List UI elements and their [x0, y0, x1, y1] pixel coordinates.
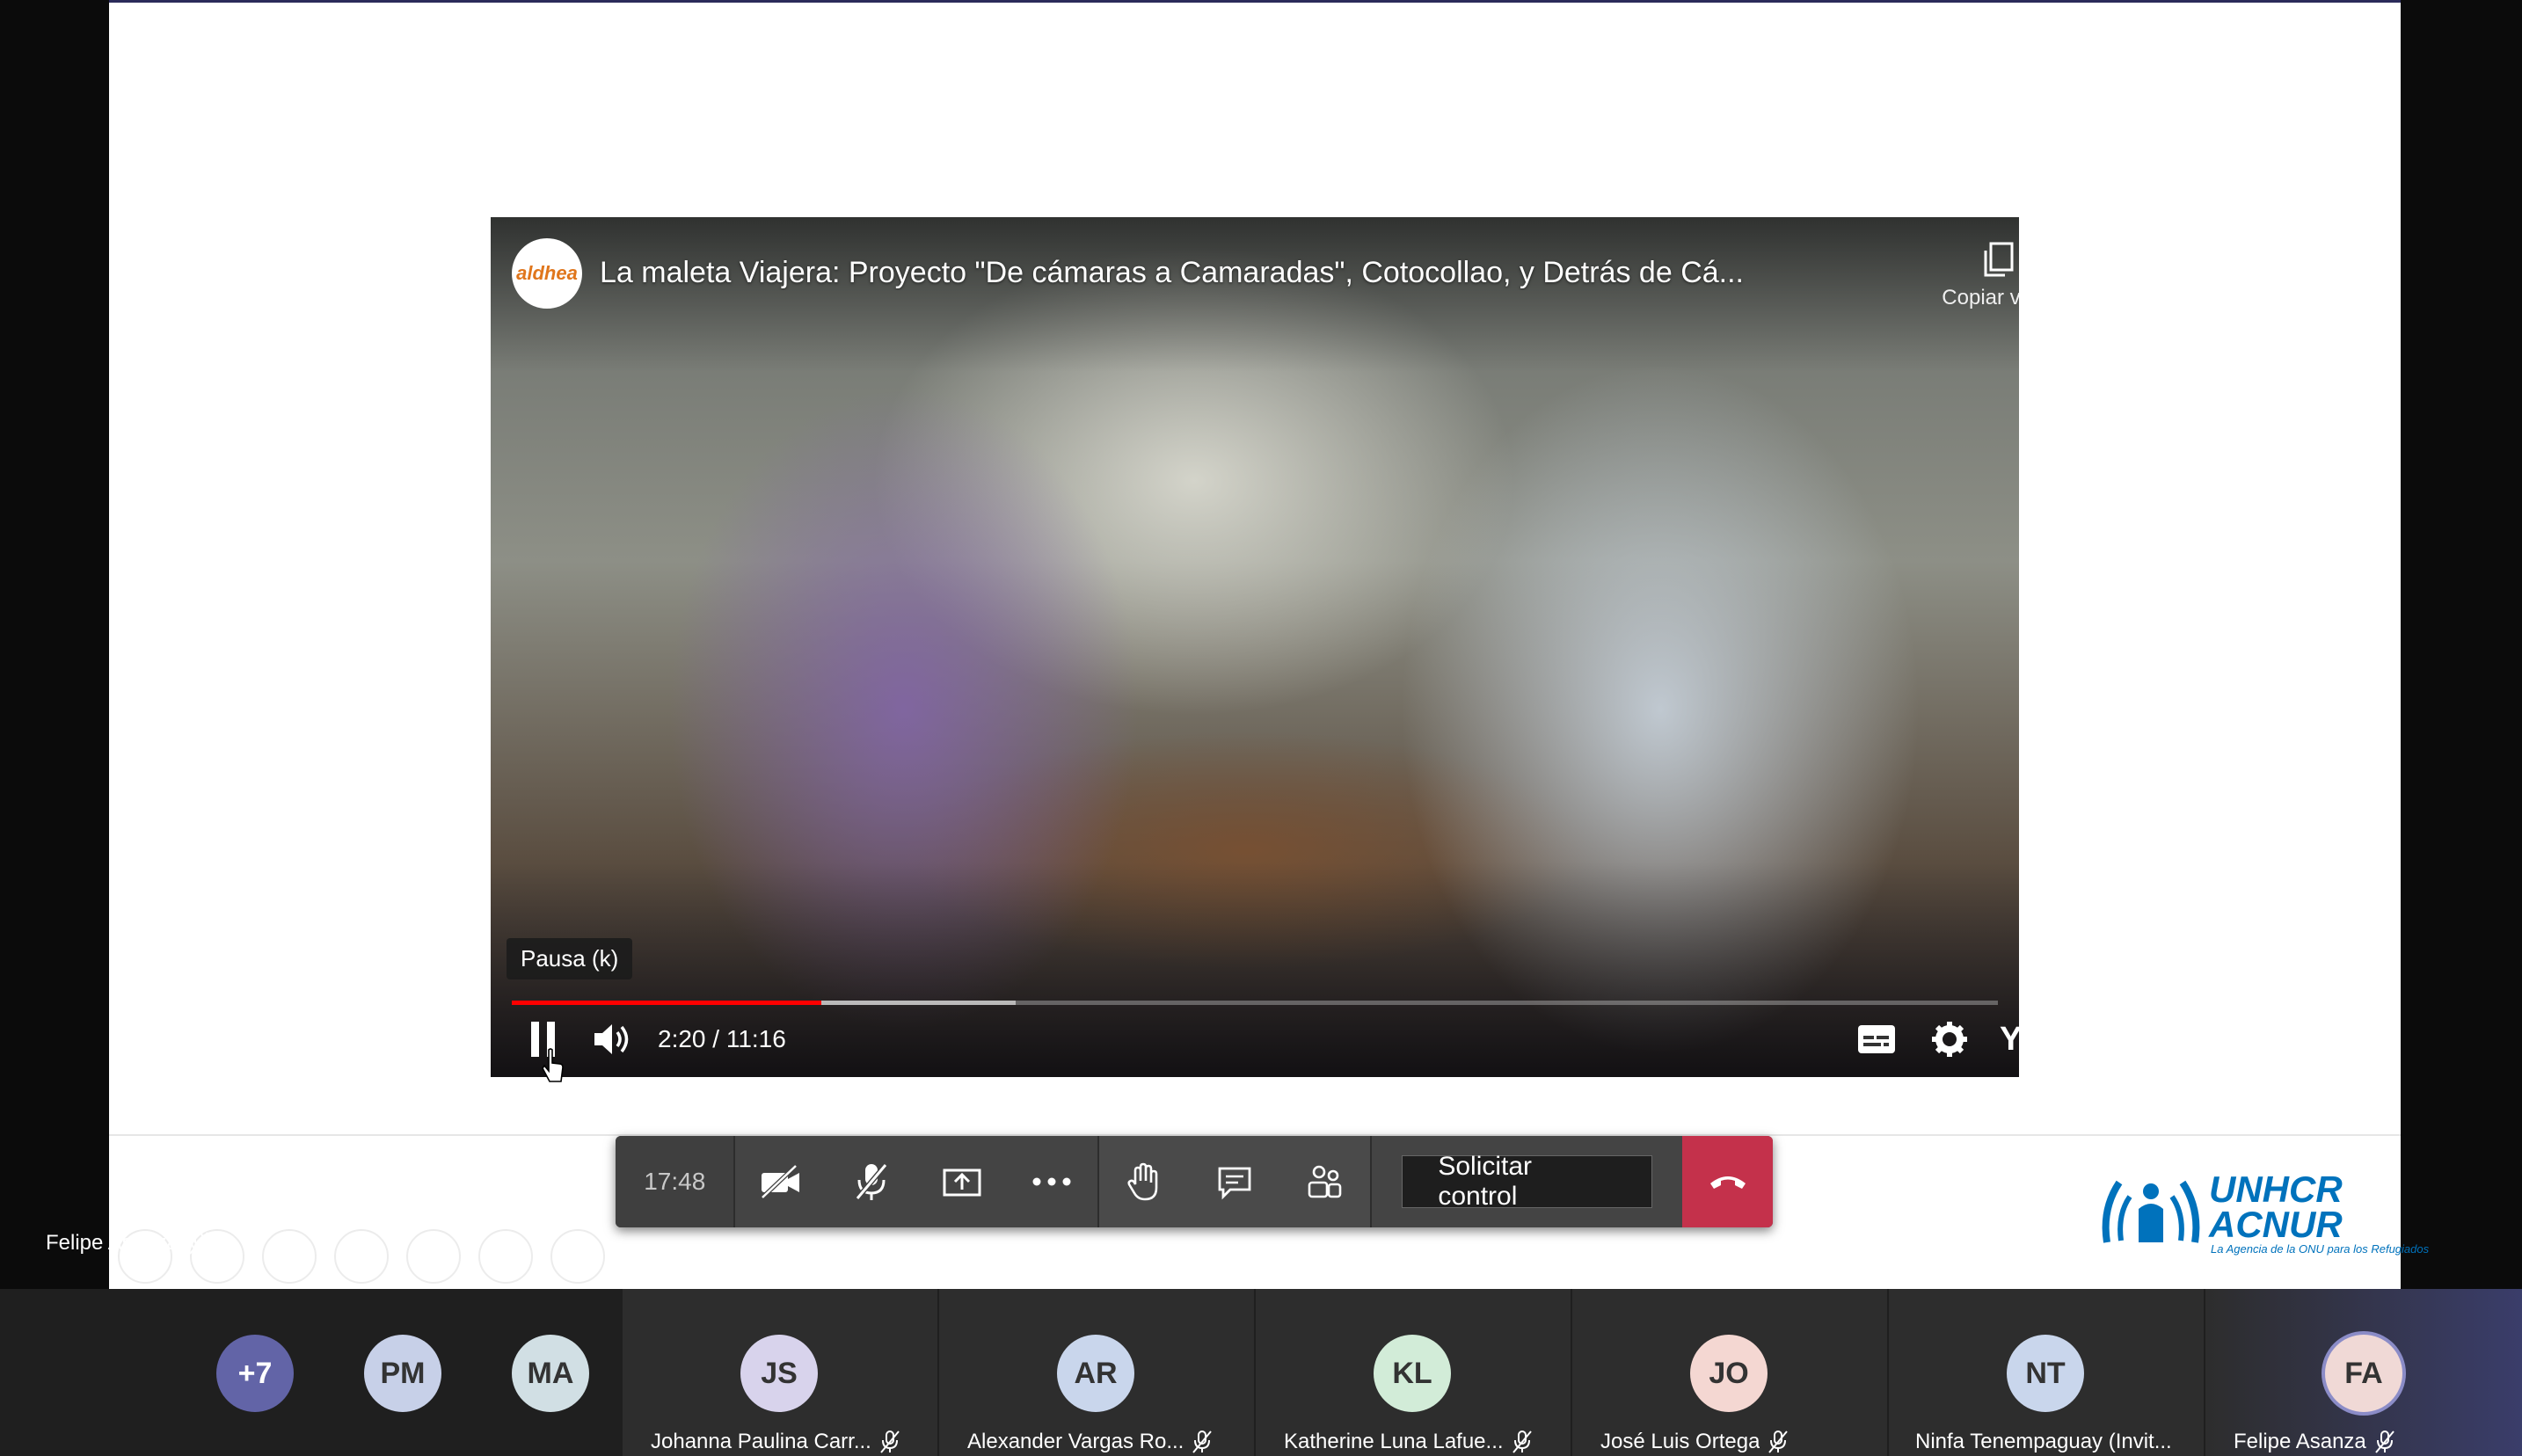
video-title[interactable]: La maleta Viajera: Proyecto "De cámaras …: [600, 256, 1813, 290]
hangup-button[interactable]: [1682, 1136, 1773, 1227]
avatar: KL: [1374, 1335, 1451, 1412]
participants-button[interactable]: [1279, 1136, 1371, 1227]
participant-name: Ninfa Tenempaguay (Invit...: [1915, 1430, 2195, 1454]
pen-tool-icon[interactable]: [262, 1229, 317, 1284]
unhcr-emblem-icon: [2102, 1180, 2200, 1243]
chat-icon: [1218, 1167, 1251, 1200]
more-options-button[interactable]: [1007, 1136, 1097, 1227]
mic-off-icon: [1768, 1431, 1789, 1453]
embedded-youtube-player[interactable]: aldhea La maleta Viajera: Proyecto "De c…: [491, 217, 2019, 1077]
more-options-icon: [1032, 1177, 1071, 1186]
participant-tile[interactable]: JS Johanna Paulina Carr...: [623, 1289, 937, 1456]
mic-off-icon: [880, 1431, 900, 1453]
avatar: AR: [1057, 1335, 1134, 1412]
participant-name: Alexander Vargas Ro...: [967, 1430, 1245, 1454]
slides-tool-icon[interactable]: [334, 1229, 389, 1284]
mic-off-icon: [855, 1163, 888, 1200]
participants-icon: [1308, 1165, 1342, 1198]
chat-button[interactable]: [1189, 1136, 1280, 1227]
participant-tile[interactable]: JO José Luis Ortega: [1572, 1289, 1887, 1456]
share-screen-button[interactable]: [916, 1136, 1007, 1227]
mic-toggle-button[interactable]: [826, 1136, 916, 1227]
channel-avatar[interactable]: aldhea: [512, 238, 582, 309]
zoom-tool-icon[interactable]: [406, 1229, 461, 1284]
camera-off-icon: [761, 1164, 799, 1199]
presenter-label: Felipe Asanza: [46, 1231, 210, 1256]
mic-off-icon: [1192, 1431, 1213, 1453]
played-bar: [512, 1001, 821, 1005]
avatar: PM: [364, 1335, 441, 1412]
participant-strip: +7 PM MA JS Johanna Paulina Carr... AR A…: [0, 1289, 2522, 1456]
camera-toggle-button[interactable]: [735, 1136, 826, 1227]
pause-tooltip: Pausa (k): [507, 938, 633, 979]
raise-hand-icon: [1127, 1162, 1158, 1201]
participant-ma[interactable]: MA: [499, 1289, 596, 1456]
channel-logo-text: aldhea: [516, 262, 578, 284]
volume-button[interactable]: [593, 1013, 633, 1066]
unhcr-logo: UNHCR ACNUR La Agencia de la ONU para lo…: [2098, 1165, 2485, 1256]
participant-tile[interactable]: NT Ninfa Tenempaguay (Invit...: [1889, 1289, 2204, 1456]
hangup-icon: [1709, 1176, 1746, 1189]
copy-icon: [1984, 242, 2014, 277]
video-progress-bar[interactable]: [512, 1001, 1998, 1005]
more-tool-icon[interactable]: [550, 1229, 605, 1284]
captions-icon: [1858, 1025, 1895, 1053]
mouse-cursor-icon: [542, 1048, 564, 1082]
bar-separator: [1370, 1136, 1373, 1227]
player-controls: 2:20 / 11:16 YouTube: [491, 1013, 2019, 1066]
meeting-control-bar: 17:48 Solicitar control: [616, 1136, 1773, 1227]
captions-button[interactable]: [1857, 1013, 1896, 1066]
participant-name-text: Alexander Vargas Ro...: [967, 1430, 1184, 1453]
participant-name-text: Katherine Luna Lafue...: [1284, 1430, 1504, 1453]
participant-name: Johanna Paulina Carr...: [651, 1430, 929, 1454]
avatar: FA: [2325, 1335, 2402, 1412]
youtube-logo[interactable]: YouTube: [2000, 1013, 2019, 1066]
avatar: JO: [1690, 1335, 1768, 1412]
copy-link-label: Copiar vín...: [1942, 286, 2019, 309]
participant-name-text: Johanna Paulina Carr...: [651, 1430, 871, 1453]
participant-overflow[interactable]: +7: [193, 1289, 317, 1456]
unhcr-wordmark: UNHCR ACNUR: [2209, 1168, 2343, 1245]
participant-tile[interactable]: AR Alexander Vargas Ro...: [939, 1289, 1254, 1456]
participant-tile[interactable]: KL Katherine Luna Lafue...: [1256, 1289, 1571, 1456]
subtitles-tool-icon[interactable]: [478, 1229, 533, 1284]
participant-name: José Luis Ortega: [1600, 1430, 1878, 1454]
request-control-button[interactable]: Solicitar control: [1402, 1152, 1653, 1211]
participant-name: Felipe Asanza: [2234, 1430, 2513, 1454]
participant-name: Katherine Luna Lafue...: [1284, 1430, 1562, 1454]
volume-icon: [594, 1024, 629, 1054]
mic-off-icon: [1512, 1431, 1532, 1453]
time-display: 2:20 / 11:16: [658, 1025, 786, 1052]
video-frame: [491, 217, 2019, 1077]
participant-pm[interactable]: PM: [352, 1289, 448, 1456]
avatar: NT: [2007, 1335, 2084, 1412]
shared-screen-stage: aldhea La maleta Viajera: Proyecto "De c…: [0, 0, 2522, 1289]
copy-link-button[interactable]: Copiar vín...: [1942, 240, 2019, 310]
avatar: MA: [512, 1335, 589, 1412]
meeting-timer: 17:48: [616, 1136, 734, 1227]
presenter-name: Felipe Asanza: [46, 1231, 179, 1255]
participant-tile-self[interactable]: FA Felipe Asanza: [2205, 1289, 2522, 1456]
unhcr-name-line1: UNHCR: [2209, 1168, 2343, 1210]
mic-off-icon: [188, 1232, 208, 1255]
mic-off-icon: [2374, 1431, 2394, 1453]
presentation-slide: aldhea La maleta Viajera: Proyecto "De c…: [109, 0, 2429, 1289]
overflow-count[interactable]: +7: [216, 1335, 294, 1412]
participant-name-text: José Luis Ortega: [1600, 1430, 1760, 1453]
gear-icon: [1932, 1022, 1967, 1057]
unhcr-name-line2: ACNUR: [2209, 1204, 2343, 1245]
share-screen-icon: [943, 1168, 981, 1197]
settings-button[interactable]: [1931, 1013, 1968, 1066]
participant-name-text: Felipe Asanza: [2234, 1430, 2366, 1453]
raise-hand-button[interactable]: [1098, 1136, 1190, 1227]
avatar: JS: [740, 1335, 818, 1412]
participant-name-text: Ninfa Tenempaguay (Invit...: [1915, 1430, 2172, 1453]
unhcr-tagline: La Agencia de la ONU para los Refugiados: [2211, 1242, 2430, 1256]
